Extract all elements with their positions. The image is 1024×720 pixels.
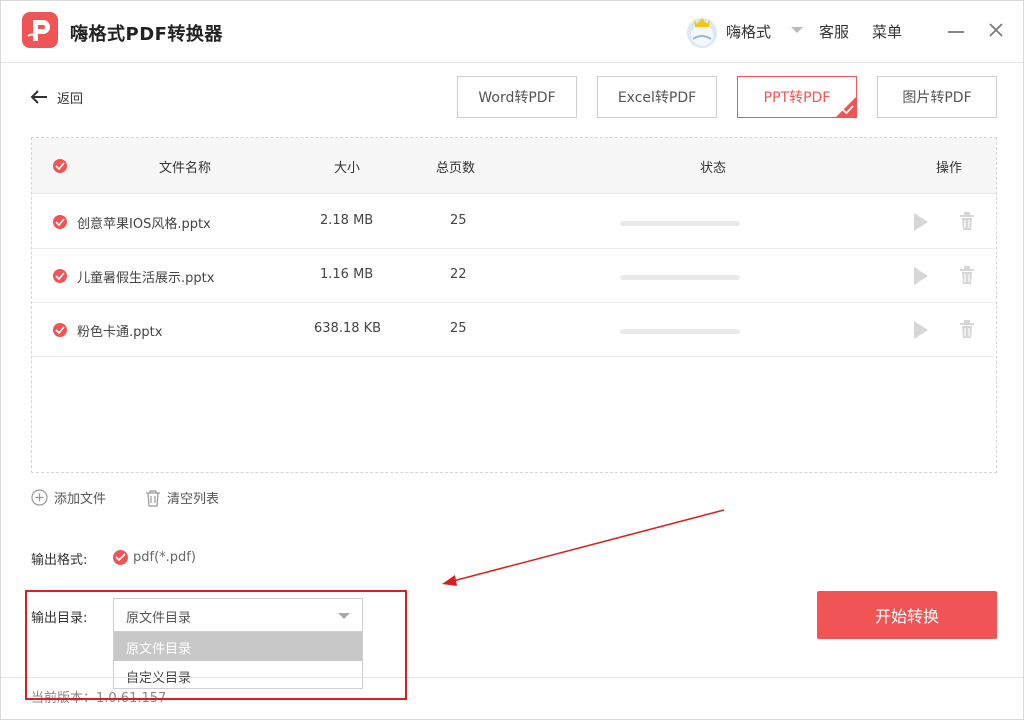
file-name: 儿童暑假生活展示.pptx — [77, 271, 215, 286]
annotation-highlight-box — [25, 590, 407, 700]
file-pages: 22 — [450, 267, 467, 282]
header-pages: 总页数 — [436, 161, 476, 176]
trash-icon[interactable] — [959, 212, 975, 230]
file-name: 粉色卡通.pptx — [77, 325, 163, 340]
tab-ppt-to-pdf[interactable]: PPT转PDF — [737, 76, 857, 118]
trash-icon[interactable] — [959, 266, 975, 284]
back-label: 返回 — [57, 91, 84, 107]
header-name: 文件名称 — [159, 161, 212, 176]
add-file-button[interactable]: 添加文件 — [31, 488, 106, 507]
app-window: 嗨格式PDF转换器 嗨格式 客服 菜单 返回 Word转PDF Excel转PD… — [0, 0, 1024, 720]
arrow-left-icon — [30, 90, 47, 104]
row-check-icon[interactable] — [53, 269, 67, 283]
table-row: 创意苹果IOS风格.pptx 2.18 MB 25 — [32, 195, 996, 249]
table-row: 儿童暑假生活展示.pptx 1.16 MB 22 — [32, 249, 996, 303]
progress-bar — [620, 275, 740, 280]
user-name[interactable]: 嗨格式 — [726, 21, 771, 42]
file-pages: 25 — [450, 321, 467, 336]
file-size: 1.16 MB — [320, 267, 374, 282]
output-format-label: 输出格式: — [31, 553, 88, 568]
back-button[interactable]: 返回 — [29, 85, 83, 109]
tab-label: PPT转PDF — [763, 90, 831, 106]
chevron-down-icon[interactable] — [791, 27, 803, 33]
file-pages: 25 — [450, 213, 467, 228]
trash-icon[interactable] — [959, 320, 975, 338]
output-format-value[interactable]: pdf(*.pdf) — [133, 550, 196, 565]
play-icon[interactable] — [914, 321, 928, 339]
header-size: 大小 — [334, 161, 361, 176]
table-row: 粉色卡通.pptx 638.18 KB 25 — [32, 303, 996, 357]
header-status: 状态 — [700, 161, 727, 176]
file-size: 638.18 KB — [314, 321, 382, 336]
file-size: 2.18 MB — [320, 213, 374, 228]
service-link[interactable]: 客服 — [819, 21, 849, 42]
tab-image-to-pdf[interactable]: 图片转PDF — [877, 76, 997, 118]
menu-link[interactable]: 菜单 — [872, 21, 902, 42]
check-icon — [842, 105, 854, 115]
close-icon[interactable] — [987, 21, 1005, 39]
title-bar: 嗨格式PDF转换器 嗨格式 客服 菜单 — [1, 1, 1023, 63]
tab-label: Excel转PDF — [617, 90, 697, 106]
plus-circle-icon — [31, 489, 48, 506]
table-header: 文件名称 大小 总页数 状态 操作 — [32, 138, 996, 194]
play-icon[interactable] — [914, 213, 928, 231]
app-title: 嗨格式PDF转换器 — [70, 24, 223, 45]
add-file-label: 添加文件 — [54, 492, 107, 507]
pdf-logo-icon — [22, 12, 58, 48]
row-check-icon[interactable] — [53, 323, 67, 337]
avatar[interactable] — [684, 9, 720, 49]
tab-excel-to-pdf[interactable]: Excel转PDF — [597, 76, 717, 118]
trash-icon — [146, 489, 160, 507]
select-all-check-icon[interactable] — [53, 159, 67, 173]
file-table: 文件名称 大小 总页数 状态 操作 创意苹果IOS风格.pptx 2.18 MB… — [31, 137, 997, 473]
row-check-icon[interactable] — [53, 215, 67, 229]
clear-list-button[interactable]: 清空列表 — [145, 488, 219, 507]
file-name: 创意苹果IOS风格.pptx — [77, 217, 211, 232]
progress-bar — [620, 329, 740, 334]
play-icon[interactable] — [914, 267, 928, 285]
clear-list-label: 清空列表 — [167, 492, 220, 507]
tab-label: 图片转PDF — [902, 90, 972, 106]
progress-bar — [620, 221, 740, 226]
check-circle-icon[interactable] — [113, 550, 128, 565]
tab-label: Word转PDF — [478, 90, 556, 106]
header-actions: 操作 — [936, 161, 963, 176]
minimize-icon[interactable] — [948, 31, 964, 33]
start-convert-button[interactable]: 开始转换 — [817, 591, 997, 639]
tab-word-to-pdf[interactable]: Word转PDF — [457, 76, 577, 118]
